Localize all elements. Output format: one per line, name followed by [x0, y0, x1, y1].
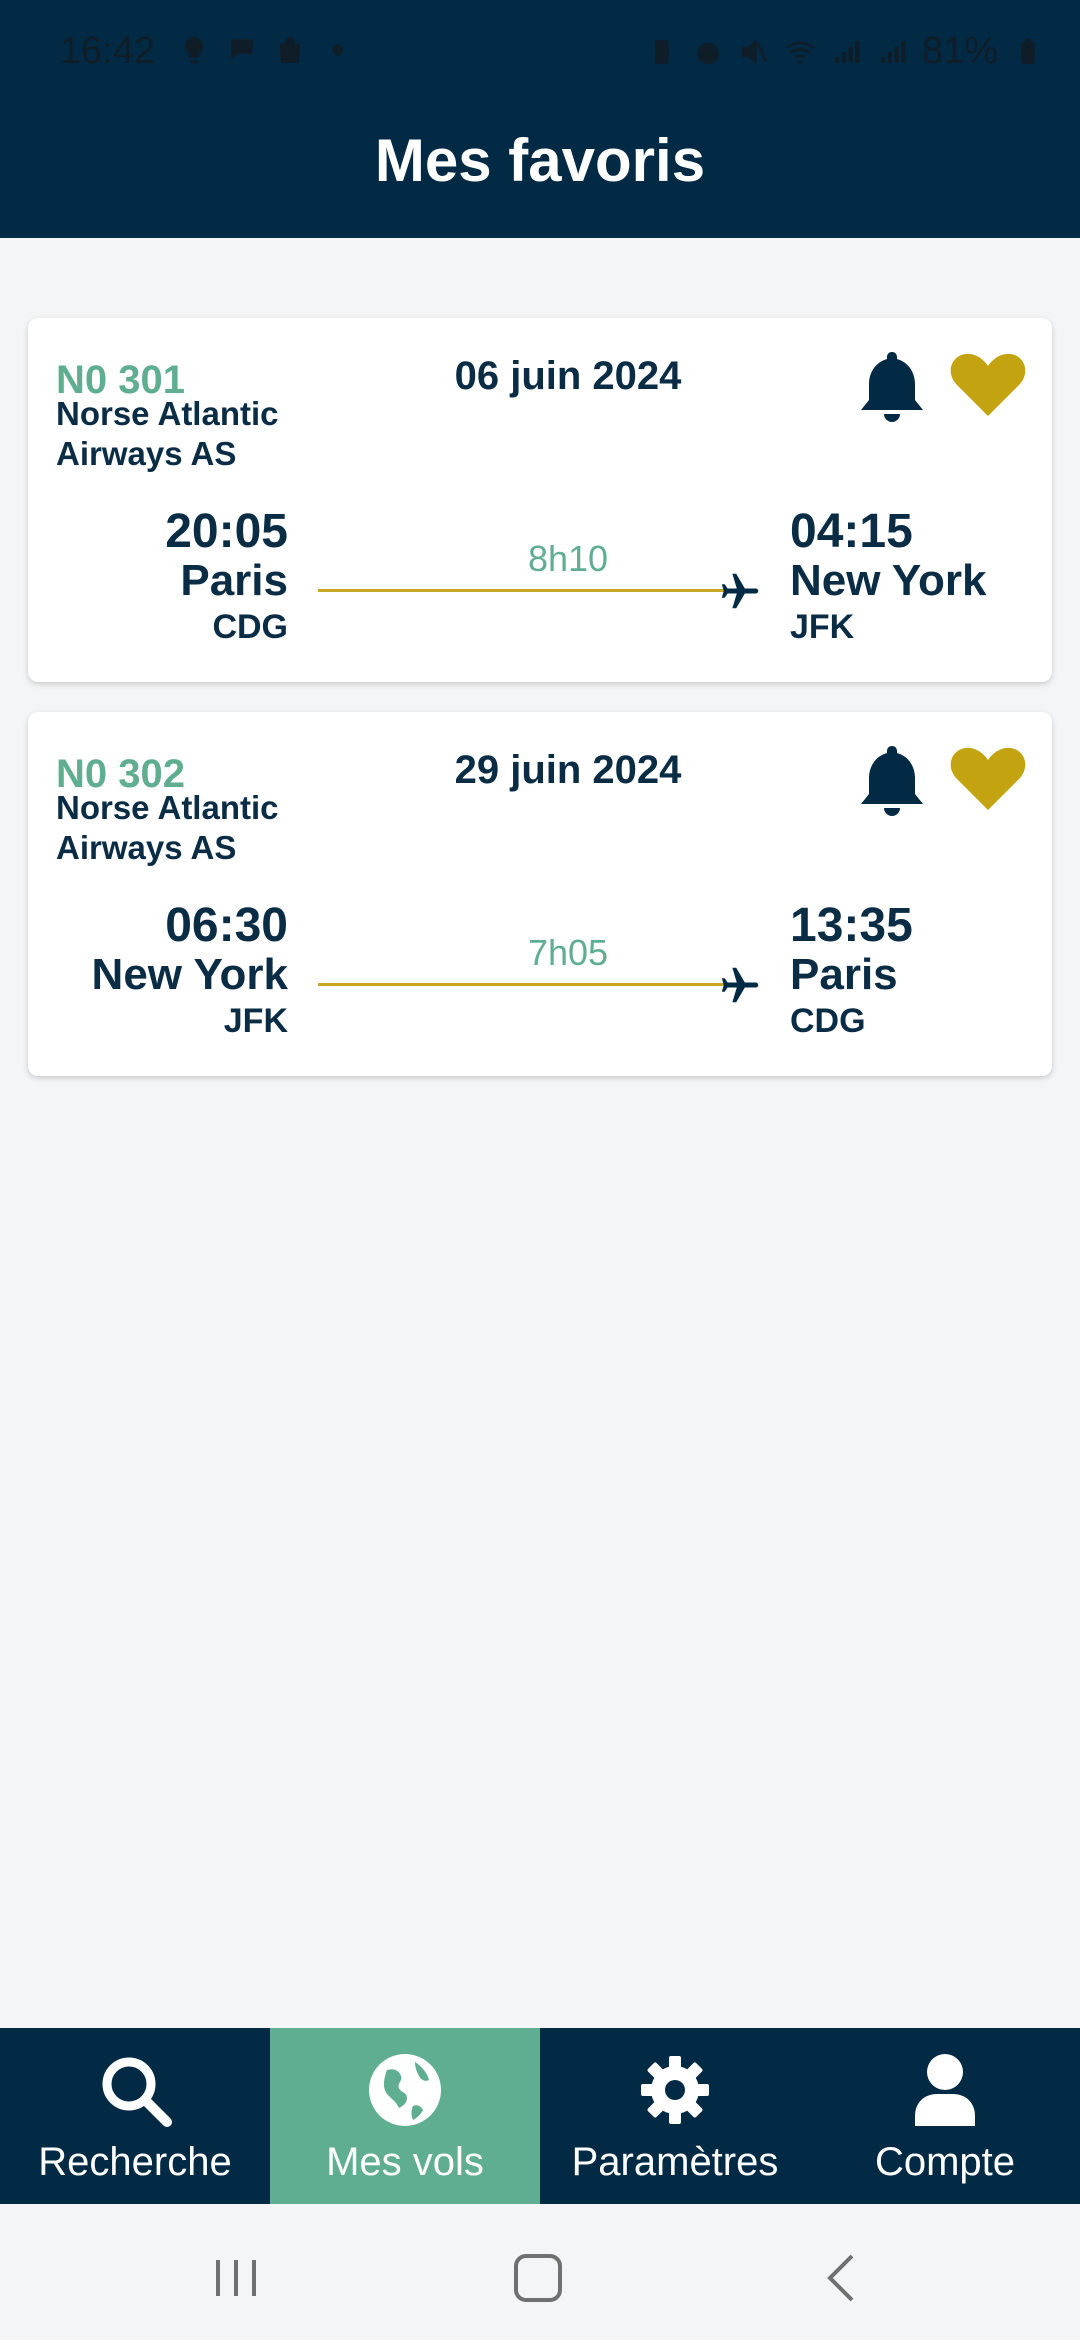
- mute-icon: [741, 39, 768, 64]
- flight-card[interactable]: N0 302 Norse Atlantic Airways AS 29 juin…: [28, 712, 1052, 1076]
- nav-label: Recherche: [38, 2140, 232, 2184]
- arrival-city: New York: [790, 556, 987, 605]
- home-button[interactable]: [508, 2248, 568, 2308]
- bell-icon[interactable]: [854, 346, 930, 426]
- departure-city: New York: [91, 950, 288, 999]
- system-status-icons: 81%: [646, 30, 1044, 73]
- departure-city: Paris: [180, 556, 288, 605]
- bottom-navigation: Recherche Mes vols Paramètres Compte: [0, 2028, 1080, 2204]
- bag-icon: [279, 37, 301, 63]
- page-title: Mes favoris: [374, 127, 706, 194]
- airplane-icon: [721, 573, 759, 609]
- status-bar: 16:42 81%: [0, 0, 1080, 100]
- arrival-time: 04:15: [790, 505, 913, 558]
- signal-icon: [881, 40, 906, 63]
- signal-icon: [835, 40, 860, 63]
- nav-label: Paramètres: [571, 2140, 779, 2184]
- route-line: [318, 983, 738, 986]
- chat-icon: [231, 39, 253, 60]
- battery-saver-icon: [655, 39, 669, 64]
- departure-code: JFK: [223, 1002, 288, 1040]
- back-button[interactable]: [812, 2248, 872, 2308]
- arrival: 04:15 New York JFK: [790, 508, 1030, 648]
- arrival-time: 13:35: [790, 899, 913, 952]
- user-icon: [915, 2054, 975, 2126]
- alarm-icon: [697, 42, 719, 64]
- heart-icon[interactable]: [948, 350, 1028, 420]
- notification-icons: [178, 34, 354, 66]
- system-navigation-bar: [0, 2204, 1080, 2340]
- flight-date: 06 juin 2024: [454, 354, 682, 398]
- recents-button[interactable]: [206, 2248, 266, 2308]
- dot-icon: [332, 44, 344, 56]
- arrival: 13:35 Paris CDG: [790, 902, 1030, 1042]
- globe-icon: [369, 2054, 441, 2126]
- nav-item-recherche[interactable]: Recherche: [0, 2028, 270, 2204]
- nav-item-mes-vols[interactable]: Mes vols: [270, 2028, 540, 2204]
- wifi-icon: [785, 41, 815, 65]
- app-header: 16:42 81% Mes favoris: [0, 0, 1080, 238]
- arrival-code: CDG: [790, 1002, 866, 1040]
- departure-time: 20:05: [165, 505, 288, 558]
- flight-duration: 8h10: [527, 538, 609, 579]
- battery-percent: 81%: [921, 30, 998, 72]
- airline-name: Norse Atlantic Airways AS: [56, 789, 279, 866]
- departure: 06:30 New York JFK: [68, 902, 288, 1042]
- departure: 20:05 Paris CDG: [68, 508, 288, 648]
- departure-code: CDG: [212, 608, 288, 646]
- nav-item-parametres[interactable]: Paramètres: [540, 2028, 810, 2204]
- airline-name: Norse Atlantic Airways AS: [56, 395, 279, 472]
- search-icon: [102, 2057, 172, 2127]
- route-line: [318, 589, 738, 592]
- nav-label: Compte: [874, 2140, 1016, 2184]
- departure-time: 06:30: [165, 899, 288, 952]
- nav-item-compte[interactable]: Compte: [810, 2028, 1080, 2204]
- flight-date: 29 juin 2024: [454, 748, 682, 792]
- airplane-icon: [721, 967, 759, 1003]
- bell-icon[interactable]: [854, 740, 930, 820]
- arrival-city: Paris: [790, 950, 898, 999]
- heart-icon[interactable]: [948, 744, 1028, 814]
- flight-duration: 7h05: [527, 932, 609, 973]
- arrival-code: JFK: [790, 608, 855, 646]
- bulb-icon: [184, 36, 204, 64]
- gear-icon: [641, 2056, 709, 2124]
- status-time: 16:42: [60, 30, 156, 72]
- nav-label: Mes vols: [326, 2140, 484, 2184]
- battery-icon: [1021, 38, 1035, 64]
- flight-card[interactable]: N0 301 Norse Atlantic Airways AS 06 juin…: [28, 318, 1052, 682]
